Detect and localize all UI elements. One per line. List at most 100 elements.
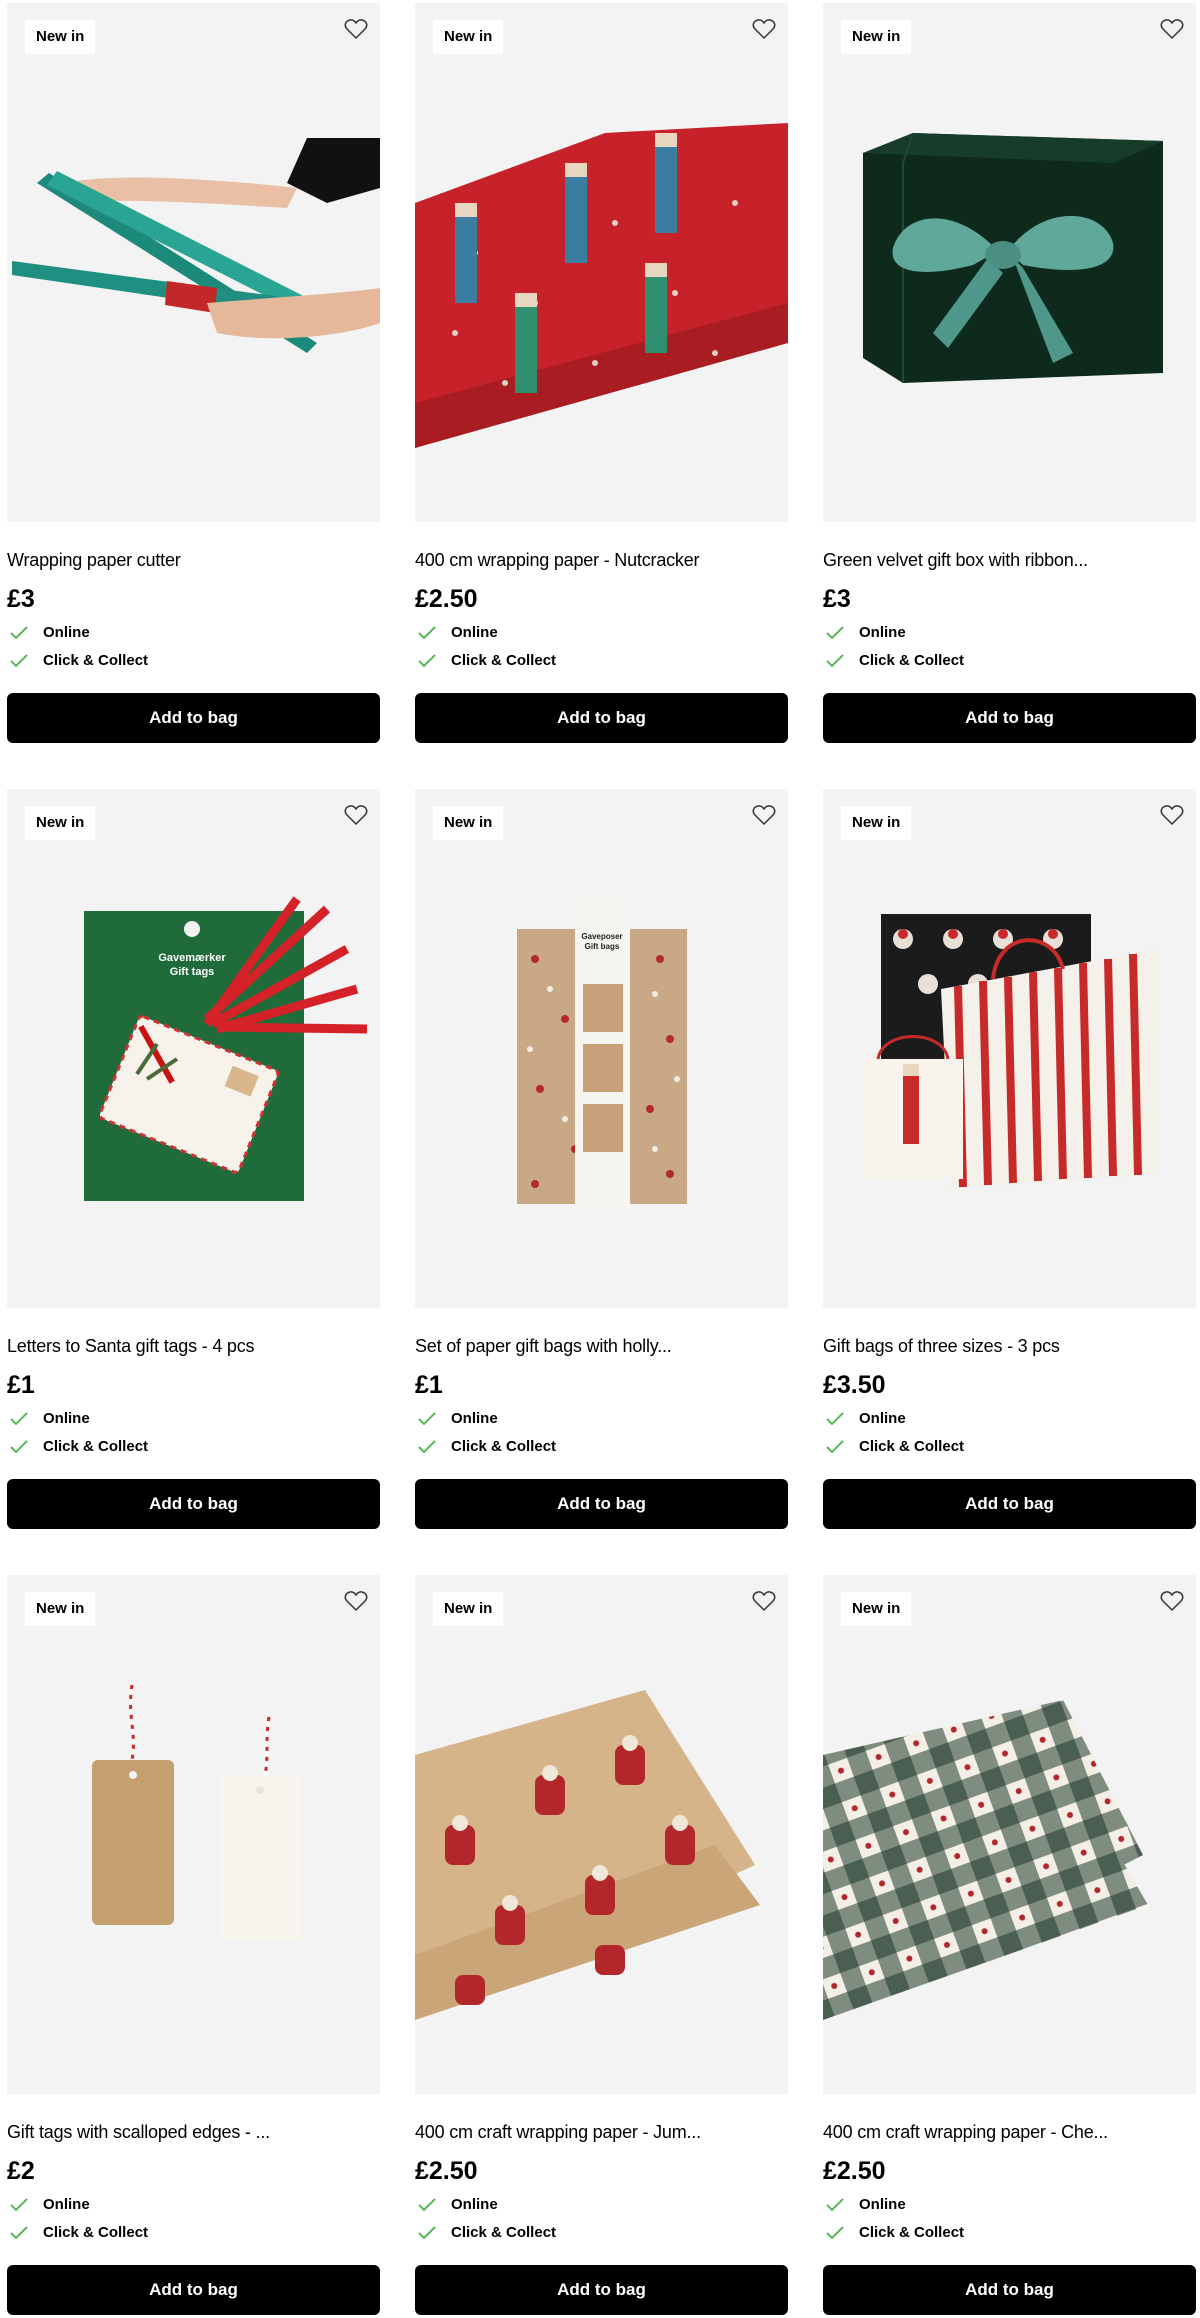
product-card[interactable]: New in Gift tags with scalloped edges - … xyxy=(7,1575,380,2315)
availability-online: Online xyxy=(7,2195,90,2215)
availability-click-collect: Click & Collect xyxy=(823,2223,964,2243)
product-image-area[interactable]: New in xyxy=(823,1575,1196,2094)
add-to-bag-button[interactable]: Add to bag xyxy=(823,1479,1196,1529)
checkmark-icon xyxy=(418,2226,436,2240)
add-to-bag-button[interactable]: Add to bag xyxy=(7,693,380,743)
checkmark-icon xyxy=(826,2198,844,2212)
checkmark-icon xyxy=(418,1440,436,1454)
checkmark-icon xyxy=(418,1412,436,1426)
product-title[interactable]: 400 cm craft wrapping paper - Che... xyxy=(823,2121,1108,2143)
product-title[interactable]: Wrapping paper cutter xyxy=(7,549,181,571)
product-title[interactable]: 400 cm wrapping paper - Nutcracker xyxy=(415,549,700,571)
product-price: £1 xyxy=(415,1371,443,1399)
product-card[interactable]: New in Gift bags of three sizes - 3 pcs … xyxy=(823,789,1196,1529)
availability-label: Online xyxy=(451,624,498,641)
availability-label: Click & Collect xyxy=(451,652,557,669)
gift-tags-pack-label-line2: Gift tags xyxy=(170,966,215,978)
checkmark-icon xyxy=(10,654,28,668)
heart-outline-icon[interactable] xyxy=(1158,15,1186,43)
product-image-area[interactable]: New in xyxy=(415,1575,788,2094)
product-price: £3 xyxy=(7,585,35,613)
add-to-bag-button[interactable]: Add to bag xyxy=(7,2265,380,2315)
gift-bags-pack-label-line1: Gaveposer xyxy=(581,932,622,941)
product-image-area[interactable]: New in xyxy=(415,3,788,522)
availability-label: Online xyxy=(859,624,906,641)
new-in-badge: New in xyxy=(841,1592,912,1626)
heart-outline-icon[interactable] xyxy=(342,15,370,43)
availability-click-collect: Click & Collect xyxy=(7,1437,148,1457)
add-to-bag-button[interactable]: Add to bag xyxy=(415,1479,788,1529)
checkmark-icon xyxy=(826,2226,844,2240)
checkmark-icon xyxy=(10,626,28,640)
product-card[interactable]: New in Green velvet gift box with ribbon… xyxy=(823,3,1196,743)
gift-tags-pack-label-line1: Gavemærker xyxy=(158,952,226,964)
availability-click-collect: Click & Collect xyxy=(415,2223,556,2243)
availability-label: Click & Collect xyxy=(43,652,149,669)
availability-online: Online xyxy=(7,623,90,643)
availability-online: Online xyxy=(415,1409,498,1429)
heart-outline-icon[interactable] xyxy=(1158,801,1186,829)
product-price: £2.50 xyxy=(823,2157,886,2185)
checkmark-icon xyxy=(826,654,844,668)
product-image-area[interactable]: New in xyxy=(823,3,1196,522)
add-to-bag-button[interactable]: Add to bag xyxy=(415,693,788,743)
heart-outline-icon[interactable] xyxy=(1158,1587,1186,1615)
availability-label: Online xyxy=(859,1410,906,1427)
heart-outline-icon[interactable] xyxy=(342,1587,370,1615)
product-price: £2.50 xyxy=(415,585,478,613)
availability-click-collect: Click & Collect xyxy=(7,2223,148,2243)
availability-online: Online xyxy=(415,2195,498,2215)
availability-label: Online xyxy=(451,1410,498,1427)
heart-outline-icon[interactable] xyxy=(750,801,778,829)
checkmark-icon xyxy=(418,626,436,640)
product-title[interactable]: Set of paper gift bags with holly... xyxy=(415,1335,672,1357)
heart-outline-icon[interactable] xyxy=(342,801,370,829)
product-title[interactable]: 400 cm craft wrapping paper - Jum... xyxy=(415,2121,701,2143)
availability-click-collect: Click & Collect xyxy=(415,651,556,671)
product-card[interactable]: New in Wrapping paper cutter £3 Online C… xyxy=(7,3,380,743)
add-to-bag-button[interactable]: Add to bag xyxy=(7,1479,380,1529)
availability-label: Click & Collect xyxy=(859,1438,965,1455)
product-card[interactable]: Gaveposer Gift bags New in Set of paper … xyxy=(415,789,788,1529)
product-price: £2 xyxy=(7,2157,35,2185)
santa-craft-wrapping-paper-image xyxy=(415,1575,788,2094)
product-card[interactable]: New in 400 cm wrapping paper - Nutcracke… xyxy=(415,3,788,743)
product-grid: New in Wrapping paper cutter £3 Online C… xyxy=(7,3,1197,2315)
product-card[interactable]: Gavemærker Gift tags New in Letters to S… xyxy=(7,789,380,1529)
product-title[interactable]: Gift bags of three sizes - 3 pcs xyxy=(823,1335,1060,1357)
product-image-area[interactable]: New in xyxy=(7,3,380,522)
product-title[interactable]: Green velvet gift box with ribbon... xyxy=(823,549,1088,571)
availability-click-collect: Click & Collect xyxy=(823,651,964,671)
new-in-badge: New in xyxy=(841,806,912,840)
checkmark-icon xyxy=(418,2198,436,2212)
checkmark-icon xyxy=(418,654,436,668)
add-to-bag-button[interactable]: Add to bag xyxy=(823,693,1196,743)
add-to-bag-button[interactable]: Add to bag xyxy=(823,2265,1196,2315)
new-in-badge: New in xyxy=(433,20,504,54)
availability-click-collect: Click & Collect xyxy=(7,651,148,671)
heart-outline-icon[interactable] xyxy=(750,1587,778,1615)
wrapping-paper-cutter-image xyxy=(7,3,380,522)
product-image-area[interactable]: Gaveposer Gift bags New in xyxy=(415,789,788,1308)
availability-label: Online xyxy=(43,1410,90,1427)
availability-online: Online xyxy=(823,623,906,643)
availability-click-collect: Click & Collect xyxy=(415,1437,556,1457)
product-card[interactable]: New in 400 cm craft wrapping paper - Che… xyxy=(823,1575,1196,2315)
product-image-area[interactable]: New in xyxy=(823,789,1196,1308)
product-card[interactable]: New in 400 cm craft wrapping paper - Jum… xyxy=(415,1575,788,2315)
availability-label: Click & Collect xyxy=(43,1438,149,1455)
green-velvet-gift-box-image xyxy=(823,3,1196,522)
product-title[interactable]: Gift tags with scalloped edges - ... xyxy=(7,2121,270,2143)
checkered-craft-wrapping-paper-image xyxy=(823,1575,1196,2094)
product-image-area[interactable]: New in xyxy=(7,1575,380,2094)
product-title[interactable]: Letters to Santa gift tags - 4 pcs xyxy=(7,1335,255,1357)
heart-outline-icon[interactable] xyxy=(750,15,778,43)
gift-bags-pack-label-line2: Gift bags xyxy=(585,942,620,951)
product-image-area[interactable]: Gavemærker Gift tags New in xyxy=(7,789,380,1308)
checkmark-icon xyxy=(826,1440,844,1454)
product-price: £3 xyxy=(823,585,851,613)
availability-click-collect: Click & Collect xyxy=(823,1437,964,1457)
availability-label: Click & Collect xyxy=(43,2224,149,2241)
availability-label: Online xyxy=(43,2196,90,2213)
add-to-bag-button[interactable]: Add to bag xyxy=(415,2265,788,2315)
